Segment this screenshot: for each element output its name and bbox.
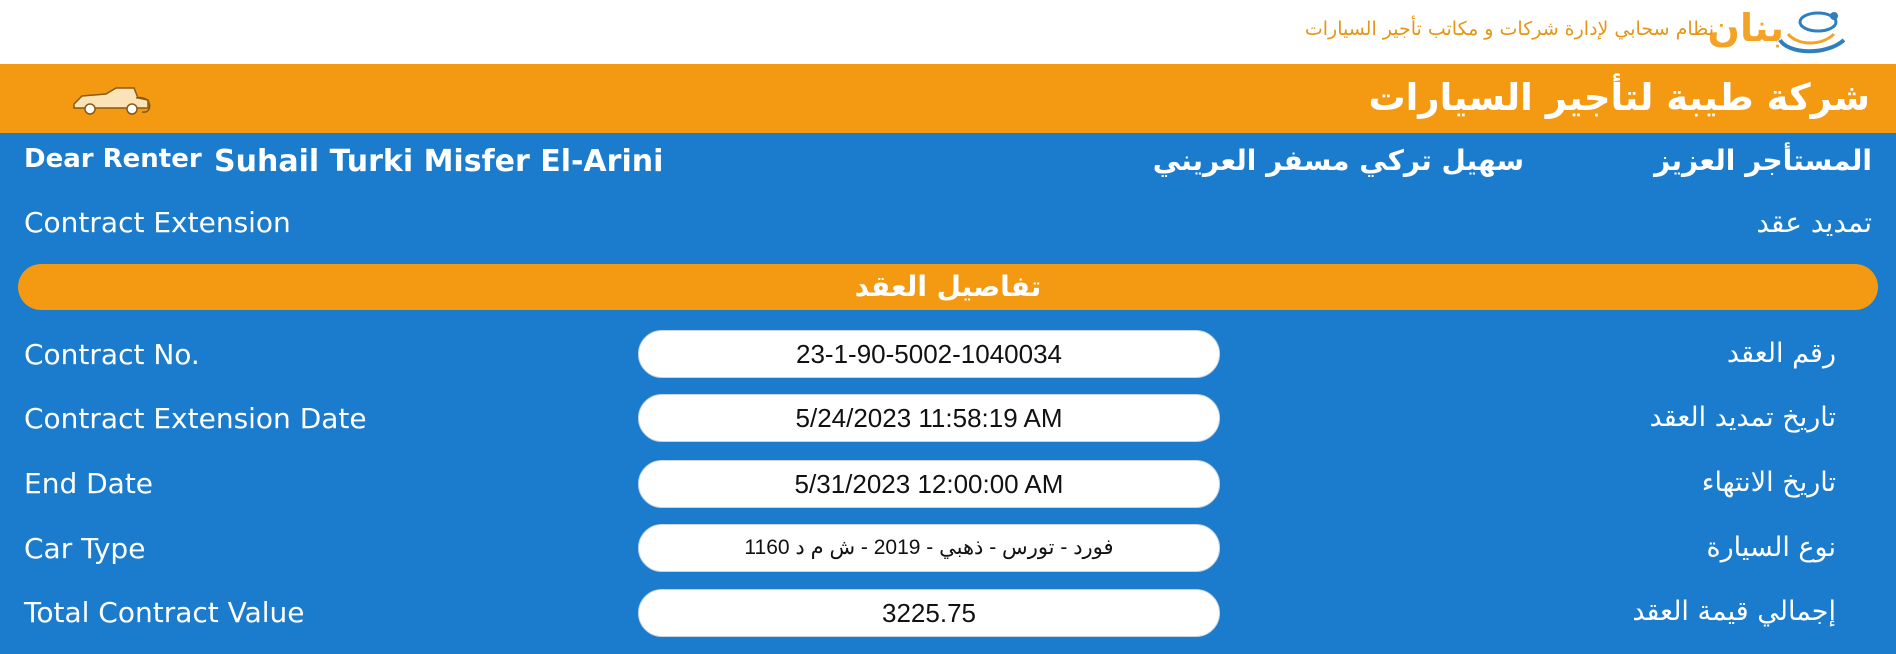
total-value-label-ar: إجمالي قيمة العقد: [1632, 596, 1836, 627]
total-value-value: 3225.75: [638, 589, 1220, 637]
contract-no-value: 23-1-90-5002-1040034: [638, 330, 1220, 378]
car-type-value: فورد - تورس - ذهبي - 2019 - ش م د 1160: [638, 524, 1220, 572]
brand-name: بنان: [1707, 6, 1784, 50]
contract-no-label-en: Contract No.: [24, 338, 200, 371]
brand-tagline: نظام سحابي لإدارة شركات و مكاتب تأجير ال…: [1304, 18, 1714, 40]
company-header: شركة طيبة لتأجير السيارات: [0, 64, 1896, 133]
subject-ar: تمديد عقد: [1756, 206, 1872, 239]
section-header: تفاصيل العقد: [18, 264, 1878, 310]
car-type-label-en: Car Type: [24, 532, 146, 565]
contract-no-label-ar: رقم العقد: [1726, 338, 1836, 369]
end-date-label-ar: تاريخ الانتهاء: [1701, 467, 1836, 498]
subject-en: Contract Extension: [24, 206, 291, 239]
car-icon: [73, 87, 151, 115]
extension-date-label-en: Contract Extension Date: [24, 402, 367, 435]
top-brand-bar: بنان نظام سحابي لإدارة شركات و مكاتب تأج…: [0, 0, 1896, 64]
greeting-label-ar: المستأجر العزيز: [1654, 144, 1872, 177]
car-type-label-ar: نوع السيارة: [1706, 532, 1836, 563]
greeting-label-en: Dear Renter: [24, 144, 202, 174]
end-date-label-en: End Date: [24, 467, 154, 500]
renter-name-ar: سهيل تركي مسفر العريني: [1152, 144, 1524, 177]
brand: بنان نظام سحابي لإدارة شركات و مكاتب تأج…: [1305, 0, 1896, 64]
company-name: شركة طيبة لتأجير السيارات: [1368, 76, 1870, 119]
end-date-value: 5/31/2023 12:00:00 AM: [638, 460, 1220, 508]
renter-name-en: Suhail Turki Misfer El-Arini: [214, 144, 664, 179]
banan-logo-icon: [1778, 11, 1846, 54]
section-title: تفاصيل العقد: [854, 270, 1042, 303]
extension-date-value: 5/24/2023 11:58:19 AM: [638, 394, 1220, 442]
total-value-label-en: Total Contract Value: [24, 596, 305, 629]
extension-date-label-ar: تاريخ تمديد العقد: [1649, 402, 1836, 433]
